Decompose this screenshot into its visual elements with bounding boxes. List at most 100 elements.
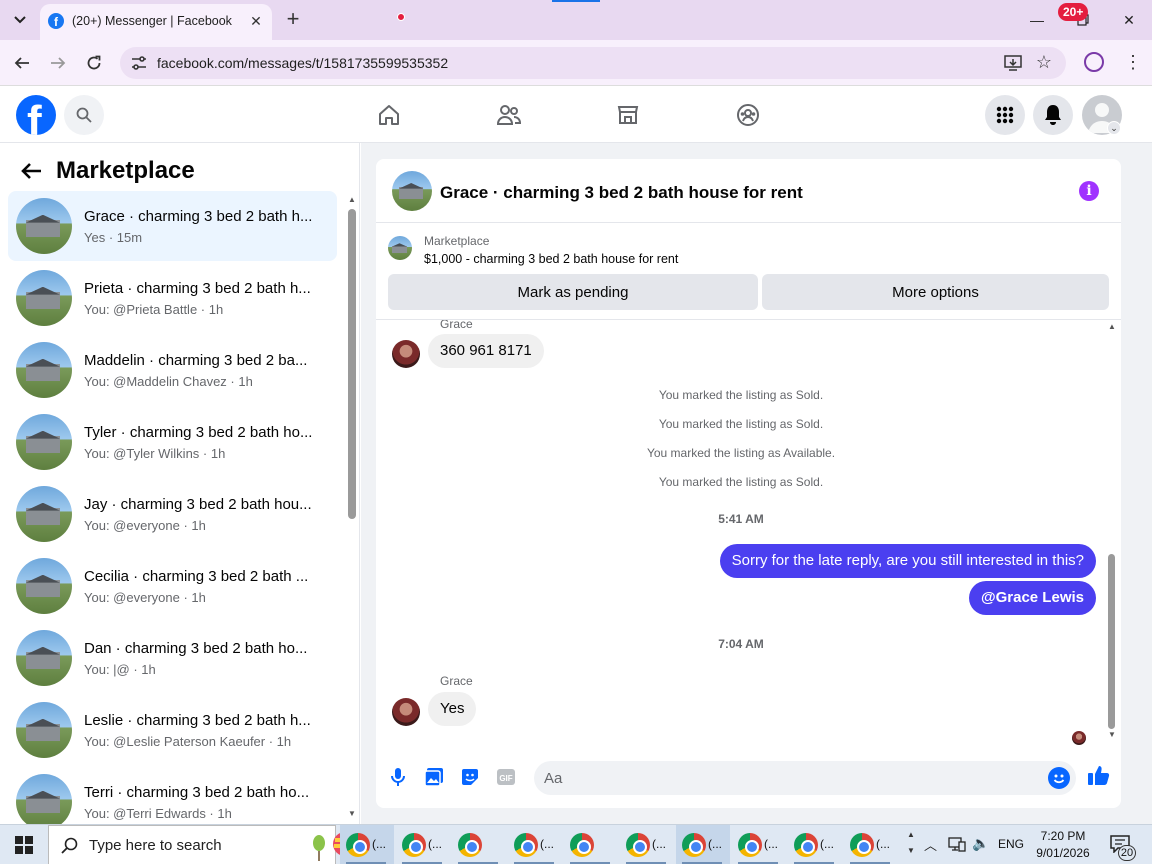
chat-header: Grace · charming 3 bed 2 bath house for … <box>376 159 1121 223</box>
conversation-list-scrollbar[interactable] <box>348 209 356 519</box>
chrome-menu-icon[interactable]: ⋮ <box>1124 52 1142 74</box>
address-bar[interactable]: facebook.com/messages/t/1581735599535352… <box>120 47 1066 79</box>
mark-as-pending-button[interactable]: Mark as pending <box>388 274 758 310</box>
system-note: You marked the listing as Sold. <box>658 475 824 489</box>
forward-icon[interactable] <box>45 50 71 76</box>
home-notification-dot <box>397 13 405 21</box>
thumbs-up-icon[interactable] <box>1087 763 1111 787</box>
taskbar-chrome-window[interactable]: (... <box>844 825 898 864</box>
install-app-icon[interactable] <box>1004 54 1022 72</box>
conversation-preview: You: @Prieta Battle · 1h <box>84 302 224 317</box>
back-icon[interactable] <box>9 50 35 76</box>
taskbar-chrome-window[interactable]: (... <box>508 825 562 864</box>
show-hidden-icons-icon[interactable]: ︿ <box>924 835 937 854</box>
close-tab-icon[interactable]: ✕ <box>248 13 264 29</box>
conversation-item[interactable]: Terri · charming 3 bed 2 bath ho... You:… <box>8 767 337 824</box>
conversation-preview: You: @everyone · 1h <box>84 590 206 605</box>
bookmark-star-icon[interactable]: ☆ <box>1036 52 1052 73</box>
menu-grid-icon[interactable] <box>985 95 1025 135</box>
taskbar-window-label: (... <box>708 837 722 851</box>
emoji-icon[interactable] <box>1048 767 1070 789</box>
reload-icon[interactable] <box>81 50 107 76</box>
chat-window: Grace · charming 3 bed 2 bath house for … <box>376 159 1121 808</box>
taskbar-chrome-window[interactable] <box>564 825 618 864</box>
friends-icon[interactable] <box>479 95 539 135</box>
scroll-up-arrow-icon[interactable]: ▲ <box>348 195 356 204</box>
svg-text:GIF: GIF <box>499 774 512 783</box>
microphone-icon[interactable] <box>386 765 410 789</box>
account-chevron-down-icon[interactable]: ⌄ <box>1107 121 1121 135</box>
scroll-down-arrow-icon[interactable]: ▼ <box>348 809 356 818</box>
chrome-profile-icon[interactable] <box>1084 52 1104 72</box>
close-window-icon[interactable]: ✕ <box>1114 6 1144 34</box>
conversation-preview: Yes · 15m <box>84 230 143 245</box>
scroll-up-arrow-icon[interactable]: ▲ <box>1108 322 1116 331</box>
tab-search-icon[interactable] <box>8 8 32 32</box>
conversation-item[interactable]: Grace · charming 3 bed 2 bath h... Yes ·… <box>8 191 337 261</box>
conversation-list-panel: Marketplace Grace · charming 3 bed 2 bat… <box>0 143 360 824</box>
listing-thumbnail[interactable] <box>388 236 412 260</box>
outgoing-message[interactable]: Sorry for the late reply, are you still … <box>719 544 1096 578</box>
facebook-header: f <box>0 87 1152 143</box>
facebook-favicon-icon: f <box>48 13 64 29</box>
marketplace-icon[interactable] <box>598 95 658 135</box>
photo-attach-icon[interactable] <box>422 765 446 789</box>
groups-icon[interactable] <box>718 95 778 135</box>
listing-thumbnail[interactable] <box>392 171 432 211</box>
conversation-name: Jay · charming 3 bed 2 bath hou... <box>84 496 312 513</box>
sender-avatar[interactable] <box>392 698 420 726</box>
more-options-button[interactable]: More options <box>762 274 1109 310</box>
search-icon[interactable] <box>64 95 104 135</box>
conversation-item[interactable]: Leslie · charming 3 bed 2 bath h... You:… <box>8 695 337 765</box>
windows-taskbar: Type here to search (... (... (... (... … <box>0 824 1152 864</box>
home-icon[interactable] <box>359 95 419 135</box>
language-indicator[interactable]: ENG <box>998 837 1024 851</box>
message-input[interactable] <box>534 761 1076 795</box>
conversation-item[interactable]: Dan · charming 3 bed 2 bath ho... You: |… <box>8 623 337 693</box>
taskbar-chrome-window[interactable]: (... <box>396 825 450 864</box>
taskbar-scroll-arrows-icon[interactable]: ▲ ▼ <box>904 827 918 863</box>
browser-tab[interactable]: f (20+) Messenger | Facebook ✕ <box>40 4 272 40</box>
conversation-item[interactable]: Jay · charming 3 bed 2 bath hou... You: … <box>8 479 337 549</box>
sender-avatar[interactable] <box>392 340 420 368</box>
conversation-name: Dan · charming 3 bed 2 bath ho... <box>84 640 308 657</box>
chat-title[interactable]: Grace · charming 3 bed 2 bath house for … <box>440 183 803 203</box>
outgoing-message[interactable]: @Grace Lewis <box>968 581 1096 615</box>
conversation-preview: You: @Tyler Wilkins · 1h <box>84 446 226 461</box>
volume-icon[interactable]: 🔈 <box>972 835 989 852</box>
back-arrow-icon[interactable] <box>20 159 44 183</box>
listing-description[interactable]: $1,000 - charming 3 bed 2 bath house for… <box>424 252 678 266</box>
conversation-item[interactable]: Tyler · charming 3 bed 2 bath ho... You:… <box>8 407 337 477</box>
taskbar-window-label: (... <box>876 837 890 851</box>
incoming-message[interactable]: 360 961 8171 <box>428 334 544 368</box>
taskbar-chrome-window[interactable]: (... <box>788 825 842 864</box>
taskbar-chrome-window[interactable]: (... <box>732 825 786 864</box>
sticker-icon[interactable] <box>458 765 482 789</box>
listing-thumbnail <box>16 486 72 542</box>
taskbar-chrome-window[interactable]: (... <box>620 825 674 864</box>
gif-icon[interactable]: GIF <box>494 765 518 789</box>
windows-start-icon[interactable] <box>0 825 48 864</box>
chat-scrollbar[interactable] <box>1108 554 1115 729</box>
network-icon[interactable] <box>948 836 966 857</box>
scroll-down-arrow-icon[interactable]: ▼ <box>1108 730 1116 739</box>
conversation-preview: You: @Leslie Paterson Kaeufer · 1h <box>84 734 292 749</box>
taskbar-search-box[interactable]: Type here to search <box>48 825 373 864</box>
minimize-icon[interactable]: — <box>1022 6 1052 34</box>
taskbar-chrome-window[interactable] <box>452 825 506 864</box>
taskbar-chrome-window[interactable]: (... <box>676 825 730 864</box>
sender-name: Grace <box>440 674 473 688</box>
conversation-item[interactable]: Cecilia · charming 3 bed 2 bath ... You:… <box>8 551 337 621</box>
facebook-logo-icon[interactable]: f <box>16 95 56 135</box>
site-settings-icon[interactable] <box>130 55 148 71</box>
conversation-preview: You: @Terri Edwards · 1h <box>84 806 232 821</box>
taskbar-chrome-window[interactable]: (... <box>340 825 394 864</box>
conversation-info-icon[interactable]: i <box>1079 181 1099 201</box>
notifications-bell-icon[interactable] <box>1033 95 1073 135</box>
incoming-message[interactable]: Yes <box>428 692 477 726</box>
conversation-item[interactable]: Maddelin · charming 3 bed 2 ba... You: @… <box>8 335 337 405</box>
clock-time[interactable]: 7:20 PM <box>1032 829 1094 843</box>
clock-date[interactable]: 9/01/2026 <box>1032 846 1094 860</box>
conversation-item[interactable]: Prieta · charming 3 bed 2 bath h... You:… <box>8 263 337 333</box>
new-tab-icon[interactable]: + <box>282 8 304 32</box>
